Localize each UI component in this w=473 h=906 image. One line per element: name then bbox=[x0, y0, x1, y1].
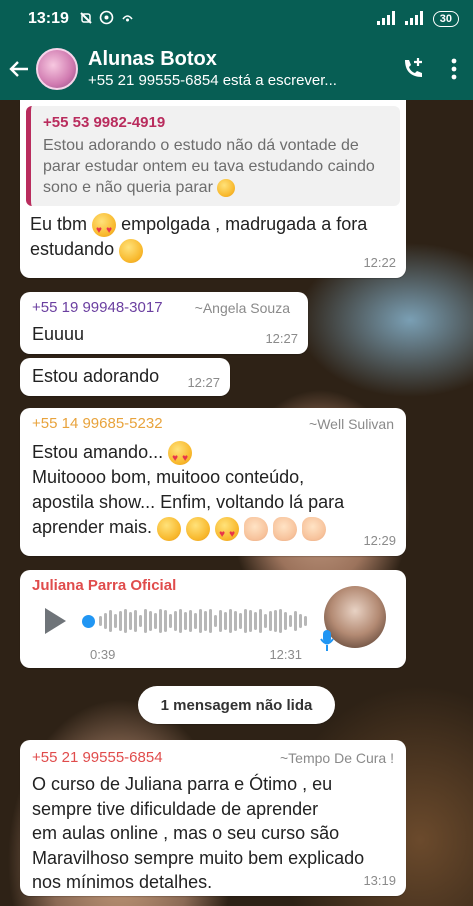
message-bubble[interactable]: Estou adorando 12:27 bbox=[20, 358, 230, 396]
message-sender[interactable]: +55 14 99685-5232 bbox=[32, 414, 163, 434]
phone-plus-icon bbox=[405, 58, 422, 77]
quoted-text: Estou adorando o estudo não dá vontade d… bbox=[43, 135, 390, 198]
unread-messages-divider: 1 mensagem não lida bbox=[138, 686, 335, 724]
more-vert-icon bbox=[451, 58, 457, 80]
clap-emoji-icon bbox=[273, 516, 298, 541]
chat-header: Alunas Botox +55 21 99555-6854 está a es… bbox=[0, 38, 473, 100]
message-text-part-1: Eu tbm bbox=[30, 214, 88, 234]
message-sender[interactable]: +55 21 99555-6854 bbox=[32, 748, 163, 768]
message-text: Euuuu bbox=[32, 324, 85, 344]
message-sender-alias: ~Tempo De Cura ! bbox=[280, 750, 394, 766]
hotspot-icon bbox=[120, 10, 135, 28]
message-bubble[interactable]: +55 14 99685-5232 ~Well Sulivan Estou am… bbox=[20, 408, 406, 556]
arrow-left-icon bbox=[9, 61, 28, 77]
message-text-line-3: em aulas online , mas o seu curso são bbox=[32, 823, 340, 843]
status-bar: 13:19 30 bbox=[0, 0, 473, 38]
audio-player bbox=[40, 606, 320, 636]
message-sender-alias: ~Well Sulivan bbox=[309, 416, 394, 432]
message-text: Eu tbm empolgada , madrugada a fora estu… bbox=[20, 212, 406, 263]
voice-message-bubble[interactable]: Juliana Parra Oficial 0:39 12:31 bbox=[20, 570, 406, 668]
chat-title: Alunas Botox bbox=[88, 48, 217, 70]
whatsapp-icon bbox=[99, 10, 114, 28]
heart-eyes-emoji-icon bbox=[168, 441, 193, 471]
message-time: 12:29 bbox=[363, 533, 396, 548]
back-button[interactable] bbox=[2, 38, 36, 100]
heart-eyes-emoji-icon bbox=[92, 213, 117, 243]
signal-icon-2 bbox=[404, 10, 427, 28]
microphone-icon bbox=[320, 630, 334, 657]
message-sender-alias: ~Angela Souza bbox=[194, 300, 290, 316]
audio-duration: 0:39 bbox=[90, 647, 116, 662]
message-text-line-3: apostila show... Enfim, voltando lá para bbox=[32, 492, 345, 513]
play-icon bbox=[45, 608, 66, 634]
quoted-text-content: Estou adorando o estudo não dá vontade d… bbox=[43, 137, 375, 196]
message-time: 12:22 bbox=[363, 255, 396, 270]
smiling-hearts-emoji-icon bbox=[215, 516, 240, 547]
audio-seek-handle[interactable] bbox=[82, 614, 95, 628]
message-text-part-2: empolgada , madrugada a fora bbox=[121, 214, 368, 234]
nfc-off-icon bbox=[79, 11, 93, 28]
signal-icon bbox=[376, 10, 399, 28]
message-time: 12:31 bbox=[269, 647, 302, 662]
message-sender[interactable]: Juliana Parra Oficial bbox=[32, 576, 176, 596]
message-text-line-2: Muitoooo bom, muitooo conteúdo, bbox=[32, 467, 305, 488]
group-avatar[interactable] bbox=[36, 48, 78, 90]
status-time: 13:19 bbox=[28, 10, 69, 27]
message-text-line-1: Estou amando... bbox=[32, 442, 164, 462]
status-icons bbox=[79, 10, 135, 28]
zany-face-emoji-icon bbox=[186, 516, 211, 541]
chat-title-block[interactable]: Alunas Botox +55 21 99555-6854 está a es… bbox=[88, 47, 378, 91]
message-time: 13:19 bbox=[363, 873, 396, 888]
message-bubble[interactable]: +55 19 99948-3017 ~Angela Souza Euuuu 12… bbox=[20, 292, 308, 354]
smiling-blush-emoji-icon bbox=[157, 516, 182, 541]
audio-waveform[interactable] bbox=[99, 609, 307, 633]
more-options-button[interactable] bbox=[442, 54, 466, 84]
add-call-button[interactable] bbox=[398, 54, 428, 84]
message-time: 12:27 bbox=[187, 375, 220, 390]
message-text-line-4: aprender mais. bbox=[32, 517, 153, 538]
message-sender[interactable]: +55 19 99948-3017 bbox=[32, 298, 163, 318]
hot-face-emoji-icon bbox=[217, 178, 236, 197]
grinning-emoji-icon bbox=[119, 238, 144, 263]
message-text: Estou amando... Muitoooo bom, muitooo co… bbox=[32, 440, 398, 547]
clap-emoji-icon bbox=[244, 516, 269, 541]
message-text: O curso de Juliana parra e Ótimo , eu se… bbox=[32, 772, 402, 895]
message-text-line-5: nos mínimos detalhes. bbox=[32, 872, 213, 892]
message-text-line-1: O curso de Juliana parra e Ótimo , eu bbox=[32, 774, 333, 794]
clap-emoji-icon bbox=[302, 516, 327, 541]
message-bubble-reply[interactable]: +55 53 9982-4919 Estou adorando o estudo… bbox=[20, 100, 406, 278]
quoted-sender: +55 53 9982-4919 bbox=[43, 114, 166, 131]
chat-subtitle: +55 21 99555-6854 está a escrever... bbox=[88, 72, 337, 89]
message-text: Estou adorando bbox=[32, 366, 160, 386]
message-bubble[interactable]: +55 21 99555-6854 ~Tempo De Cura ! O cur… bbox=[20, 740, 406, 896]
play-button[interactable] bbox=[40, 606, 70, 636]
quoted-message[interactable]: +55 53 9982-4919 Estou adorando o estudo… bbox=[26, 106, 400, 206]
message-time: 12:27 bbox=[265, 331, 298, 346]
status-right: 30 bbox=[376, 10, 459, 28]
message-text-line-4: Maravilhoso sempre muito bem explicado bbox=[32, 847, 365, 868]
battery-indicator: 30 bbox=[432, 11, 459, 27]
message-text-line-2: sempre tive dificuldade de aprender bbox=[32, 798, 319, 819]
